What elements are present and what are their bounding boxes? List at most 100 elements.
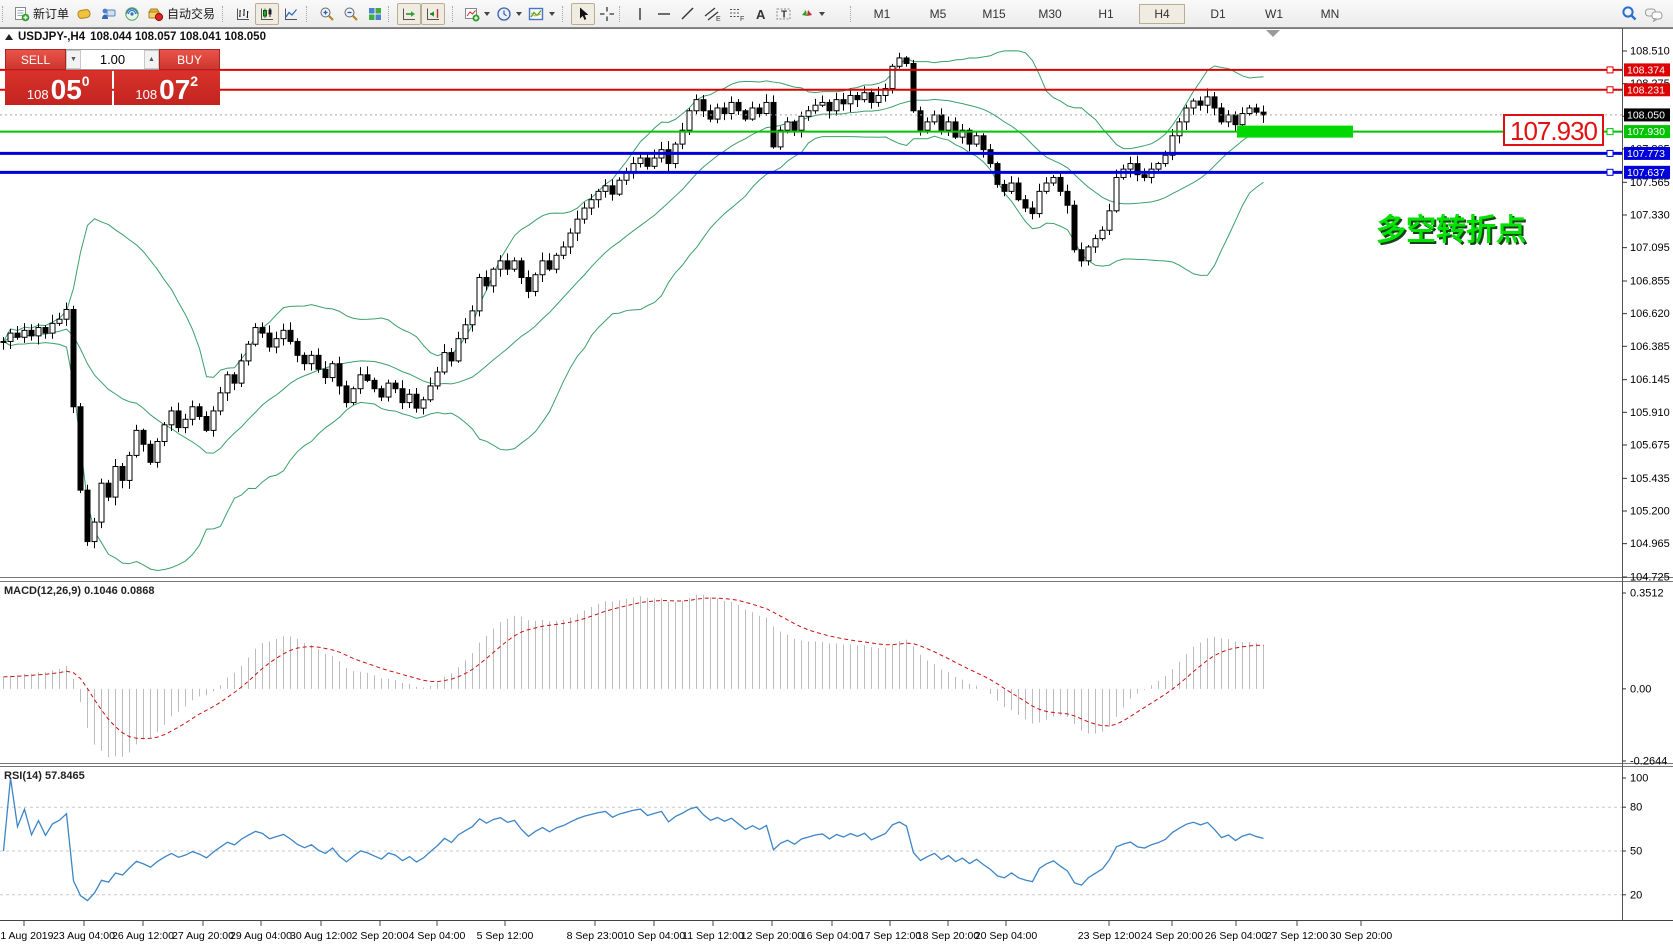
candle bbox=[1176, 121, 1183, 137]
timeframe-button-m30[interactable]: M30 bbox=[1027, 4, 1073, 24]
candle bbox=[126, 454, 133, 481]
price-chart[interactable]: 108.510108.275108.040107.805107.565107.3… bbox=[0, 27, 1673, 950]
buy-price-pip: 2 bbox=[190, 73, 199, 89]
toolbar-grip[interactable] bbox=[2, 5, 8, 22]
toolbar-grip[interactable] bbox=[306, 5, 312, 22]
volume-decrease-button[interactable]: ▼ bbox=[66, 50, 81, 69]
chart-shift-icon bbox=[427, 8, 439, 20]
rsi-tick-label: 80 bbox=[1630, 802, 1642, 814]
trendline-button[interactable] bbox=[676, 3, 700, 25]
line-handle[interactable] bbox=[1606, 86, 1614, 94]
sell-price-pip: 0 bbox=[81, 73, 90, 89]
timeframe-button-d1[interactable]: D1 bbox=[1195, 4, 1241, 24]
zoom-out-button[interactable] bbox=[339, 3, 363, 25]
volume-input[interactable]: 1.00 bbox=[81, 50, 144, 69]
line-chart-icon bbox=[285, 8, 298, 20]
sell-button[interactable]: SELL bbox=[5, 49, 66, 70]
chart-shift-button[interactable] bbox=[421, 2, 445, 25]
timeframe-button-mn[interactable]: MN bbox=[1307, 4, 1353, 24]
candlestick-chart-button[interactable] bbox=[255, 2, 279, 25]
tile-windows-button[interactable] bbox=[363, 3, 387, 25]
candle bbox=[434, 371, 441, 387]
market-watch-button[interactable] bbox=[72, 3, 96, 25]
text-tool-button[interactable]: A bbox=[748, 3, 772, 25]
auto-scroll-button[interactable] bbox=[397, 2, 421, 25]
profiles-button[interactable] bbox=[493, 3, 525, 25]
timeframe-button-h1[interactable]: H1 bbox=[1083, 4, 1129, 24]
timeframe-button-m15[interactable]: M15 bbox=[971, 4, 1017, 24]
collapse-arrow-icon[interactable] bbox=[5, 34, 13, 40]
candle bbox=[210, 410, 217, 431]
line-handle[interactable] bbox=[1606, 149, 1614, 157]
vertical-line-button[interactable] bbox=[628, 3, 652, 25]
scroll-group bbox=[388, 1, 445, 26]
chat-button[interactable] bbox=[1641, 3, 1667, 25]
candle bbox=[1001, 183, 1008, 192]
candle bbox=[665, 149, 672, 165]
candle bbox=[203, 415, 210, 431]
timeframe-button-m5[interactable]: M5 bbox=[915, 4, 961, 24]
standard-toolbar-group: 新订单 自动交易 bbox=[2, 1, 218, 26]
candle bbox=[441, 352, 448, 373]
autotrading-label: 自动交易 bbox=[167, 7, 216, 21]
candle bbox=[581, 207, 588, 220]
timeframe-button-h4[interactable]: H4 bbox=[1139, 3, 1185, 24]
price-callout-box[interactable]: 107.930 bbox=[1503, 114, 1604, 146]
buy-button[interactable]: BUY bbox=[159, 49, 220, 70]
toolbar-grip[interactable] bbox=[388, 5, 394, 22]
candlestick-icon bbox=[261, 7, 273, 20]
chevron-down-icon bbox=[819, 11, 825, 16]
timeframe-button-w1[interactable]: W1 bbox=[1251, 4, 1297, 24]
candle bbox=[686, 110, 693, 131]
buy-price[interactable]: 108 07 2 bbox=[113, 71, 220, 105]
sell-price[interactable]: 108 05 0 bbox=[5, 71, 112, 105]
signals-button[interactable] bbox=[120, 3, 144, 25]
candle bbox=[497, 260, 504, 270]
rsi-tick-label: 100 bbox=[1630, 773, 1648, 785]
candle bbox=[595, 190, 602, 201]
autotrading-button[interactable]: 自动交易 bbox=[144, 3, 218, 25]
terminal-button[interactable] bbox=[96, 3, 120, 25]
equidistant-channel-button[interactable]: E bbox=[700, 3, 724, 25]
new-chart-button[interactable] bbox=[461, 3, 493, 25]
toolbar-grip[interactable] bbox=[619, 5, 625, 22]
text-label-button[interactable]: T bbox=[772, 3, 796, 25]
candle bbox=[196, 406, 203, 417]
line-handle[interactable] bbox=[1606, 128, 1614, 136]
horizontal-line-button[interactable] bbox=[652, 3, 676, 25]
volume-increase-button[interactable]: ▲ bbox=[144, 50, 159, 69]
price-badge-label: 107.930 bbox=[1627, 126, 1665, 138]
text-label-icon: T bbox=[776, 8, 791, 20]
chart-shift-marker[interactable] bbox=[1266, 30, 1280, 37]
macd-tick-label: 0.3512 bbox=[1630, 588, 1664, 600]
bar-chart-button[interactable] bbox=[231, 3, 255, 25]
cursor-button[interactable] bbox=[571, 2, 595, 25]
line-handle[interactable] bbox=[1606, 168, 1614, 176]
candle bbox=[1190, 100, 1197, 109]
crosshair-button[interactable] bbox=[595, 3, 619, 25]
toolbar-grip[interactable] bbox=[452, 5, 458, 22]
toolbar-grip[interactable] bbox=[222, 5, 228, 22]
highlight-rectangle[interactable] bbox=[1237, 125, 1353, 138]
candle bbox=[861, 92, 868, 101]
zoom-in-button[interactable] bbox=[315, 3, 339, 25]
turning-point-note[interactable]: 多空转折点 bbox=[1376, 205, 1526, 249]
toolbar-grip[interactable] bbox=[850, 5, 856, 22]
macd-pane-label: MACD(12,26,9) 0.1046 0.0868 bbox=[4, 585, 155, 597]
arrows-tool-button[interactable] bbox=[796, 3, 828, 25]
timeframe-button-m1[interactable]: M1 bbox=[859, 4, 905, 24]
candle bbox=[854, 94, 861, 101]
indicators-button[interactable] bbox=[525, 3, 558, 25]
line-chart-button[interactable] bbox=[279, 3, 303, 25]
candle bbox=[1015, 182, 1022, 201]
candle bbox=[245, 343, 252, 362]
fibonacci-button[interactable]: F bbox=[724, 3, 748, 25]
price-tick-label: 106.855 bbox=[1630, 275, 1670, 287]
line-handle[interactable] bbox=[1606, 66, 1614, 74]
toolbar-grip[interactable] bbox=[562, 5, 568, 22]
candle bbox=[756, 107, 763, 115]
search-button[interactable] bbox=[1617, 3, 1641, 25]
candle bbox=[714, 107, 721, 120]
new-order-button[interactable]: 新订单 bbox=[11, 3, 72, 25]
candle bbox=[63, 308, 70, 320]
